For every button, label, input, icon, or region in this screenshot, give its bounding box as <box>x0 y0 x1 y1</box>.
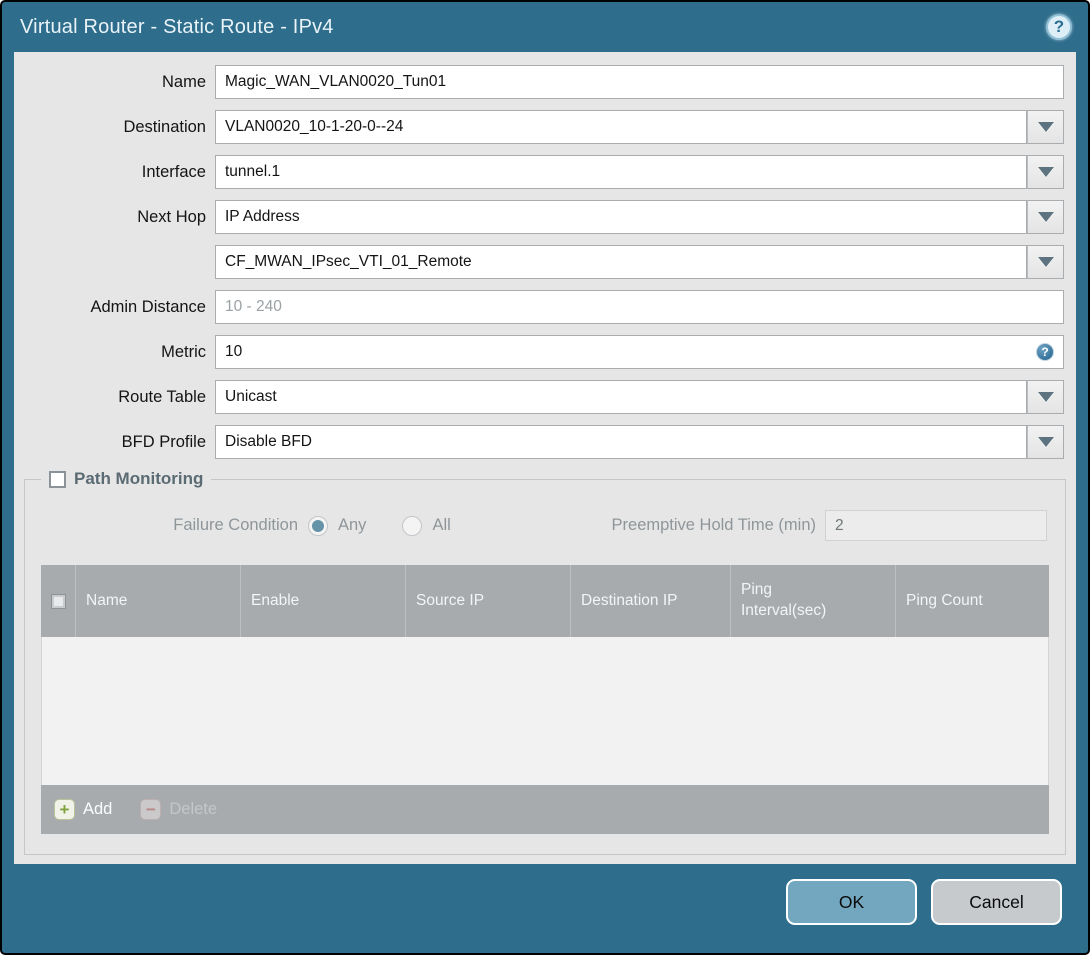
form-row-admin-distance: Admin Distance <box>14 290 1064 324</box>
select-all-checkbox[interactable] <box>50 593 66 609</box>
table-toolbar: + Add − Delete <box>41 785 1049 834</box>
chevron-down-icon <box>1037 167 1054 177</box>
path-monitoring-label: Path Monitoring <box>74 469 204 488</box>
table-header-ping-interval: Ping Interval(sec) <box>730 565 895 637</box>
path-monitoring-checkbox[interactable] <box>49 470 66 488</box>
form-row-next-hop-address <box>14 245 1064 279</box>
next-hop-type-input[interactable] <box>215 200 1027 234</box>
chevron-down-icon <box>1037 122 1054 132</box>
interface-dropdown-button[interactable] <box>1027 155 1064 189</box>
dialog-titlebar: Virtual Router - Static Route - IPv4 ? <box>2 2 1088 52</box>
preemptive-hold-time-label: Preemptive Hold Time (min) <box>611 516 816 534</box>
admin-distance-input[interactable] <box>215 290 1064 324</box>
ok-button[interactable]: OK <box>786 879 917 925</box>
form-row-interface: Interface <box>14 155 1064 189</box>
radio-all[interactable] <box>402 515 423 536</box>
preemptive-hold-time-input[interactable] <box>825 510 1047 541</box>
failure-condition-label: Failure Condition <box>173 516 298 534</box>
interface-input[interactable] <box>215 155 1027 189</box>
path-monitoring-section: Path Monitoring Failure Condition Any Al… <box>24 469 1066 855</box>
table-header-destination-ip: Destination IP <box>570 565 730 637</box>
next-hop-label: Next Hop <box>137 207 206 226</box>
next-hop-address-dropdown-button[interactable] <box>1027 245 1064 279</box>
form-row-next-hop: Next Hop <box>14 200 1064 234</box>
form-row-destination: Destination <box>14 110 1064 144</box>
table-header-row: Name Enable Source IP Destination IP Pin… <box>41 565 1049 637</box>
bfd-profile-dropdown-button[interactable] <box>1027 425 1064 459</box>
chevron-down-icon <box>1037 437 1054 447</box>
metric-input[interactable] <box>215 335 1064 369</box>
next-hop-type-dropdown-button[interactable] <box>1027 200 1064 234</box>
name-input[interactable] <box>215 65 1064 99</box>
radio-all-label: All <box>432 516 451 534</box>
failure-condition-options: Any All <box>308 515 477 536</box>
static-route-dialog: Virtual Router - Static Route - IPv4 ? N… <box>0 0 1090 955</box>
dialog-body: Name Destination Interface <box>14 52 1076 864</box>
table-header-ping-count: Ping Count <box>895 565 1049 637</box>
table-header-source-ip: Source IP <box>405 565 570 637</box>
route-table-input[interactable] <box>215 380 1027 414</box>
form-row-route-table: Route Table <box>14 380 1064 414</box>
add-button-label: Add <box>83 800 113 818</box>
table-header-name: Name <box>75 565 240 637</box>
failure-condition-row: Failure Condition Any All Preemptive Hol… <box>25 510 1047 541</box>
admin-distance-label: Admin Distance <box>90 297 206 316</box>
cancel-button[interactable]: Cancel <box>931 879 1062 925</box>
chevron-down-icon <box>1037 257 1054 267</box>
metric-label: Metric <box>161 342 206 361</box>
next-hop-address-input[interactable] <box>215 245 1027 279</box>
route-table-dropdown-button[interactable] <box>1027 380 1064 414</box>
table-body-empty <box>41 637 1049 785</box>
destination-dropdown-button[interactable] <box>1027 110 1064 144</box>
destination-input[interactable] <box>215 110 1027 144</box>
minus-icon: − <box>140 799 162 820</box>
help-icon[interactable]: ? <box>1046 14 1072 40</box>
dialog-footer: OK Cancel <box>2 864 1088 953</box>
path-monitoring-table: Name Enable Source IP Destination IP Pin… <box>41 565 1049 834</box>
add-button[interactable]: + Add <box>54 799 112 820</box>
form-row-metric: Metric ? <box>14 335 1064 369</box>
delete-button-label: Delete <box>169 800 218 818</box>
destination-label: Destination <box>123 117 206 136</box>
bfd-profile-label: BFD Profile <box>121 432 206 451</box>
form-row-name: Name <box>14 65 1064 99</box>
radio-any[interactable] <box>308 515 328 536</box>
info-icon: ? <box>1036 343 1054 361</box>
bfd-profile-input[interactable] <box>215 425 1027 459</box>
interface-label: Interface <box>141 162 206 181</box>
table-header-select <box>41 565 75 637</box>
route-table-label: Route Table <box>118 387 206 406</box>
preemptive-hold-time-group: Preemptive Hold Time (min) <box>612 510 1047 541</box>
path-monitoring-legend: Path Monitoring <box>41 469 212 489</box>
dialog-title: Virtual Router - Static Route - IPv4 <box>20 15 334 38</box>
radio-any-label: Any <box>338 516 367 534</box>
table-header-enable: Enable <box>240 565 405 637</box>
delete-button[interactable]: − Delete <box>140 799 217 820</box>
name-label: Name <box>161 72 206 91</box>
chevron-down-icon <box>1037 212 1054 222</box>
plus-icon: + <box>54 799 75 820</box>
form-row-bfd-profile: BFD Profile <box>14 425 1064 459</box>
chevron-down-icon <box>1037 392 1054 402</box>
